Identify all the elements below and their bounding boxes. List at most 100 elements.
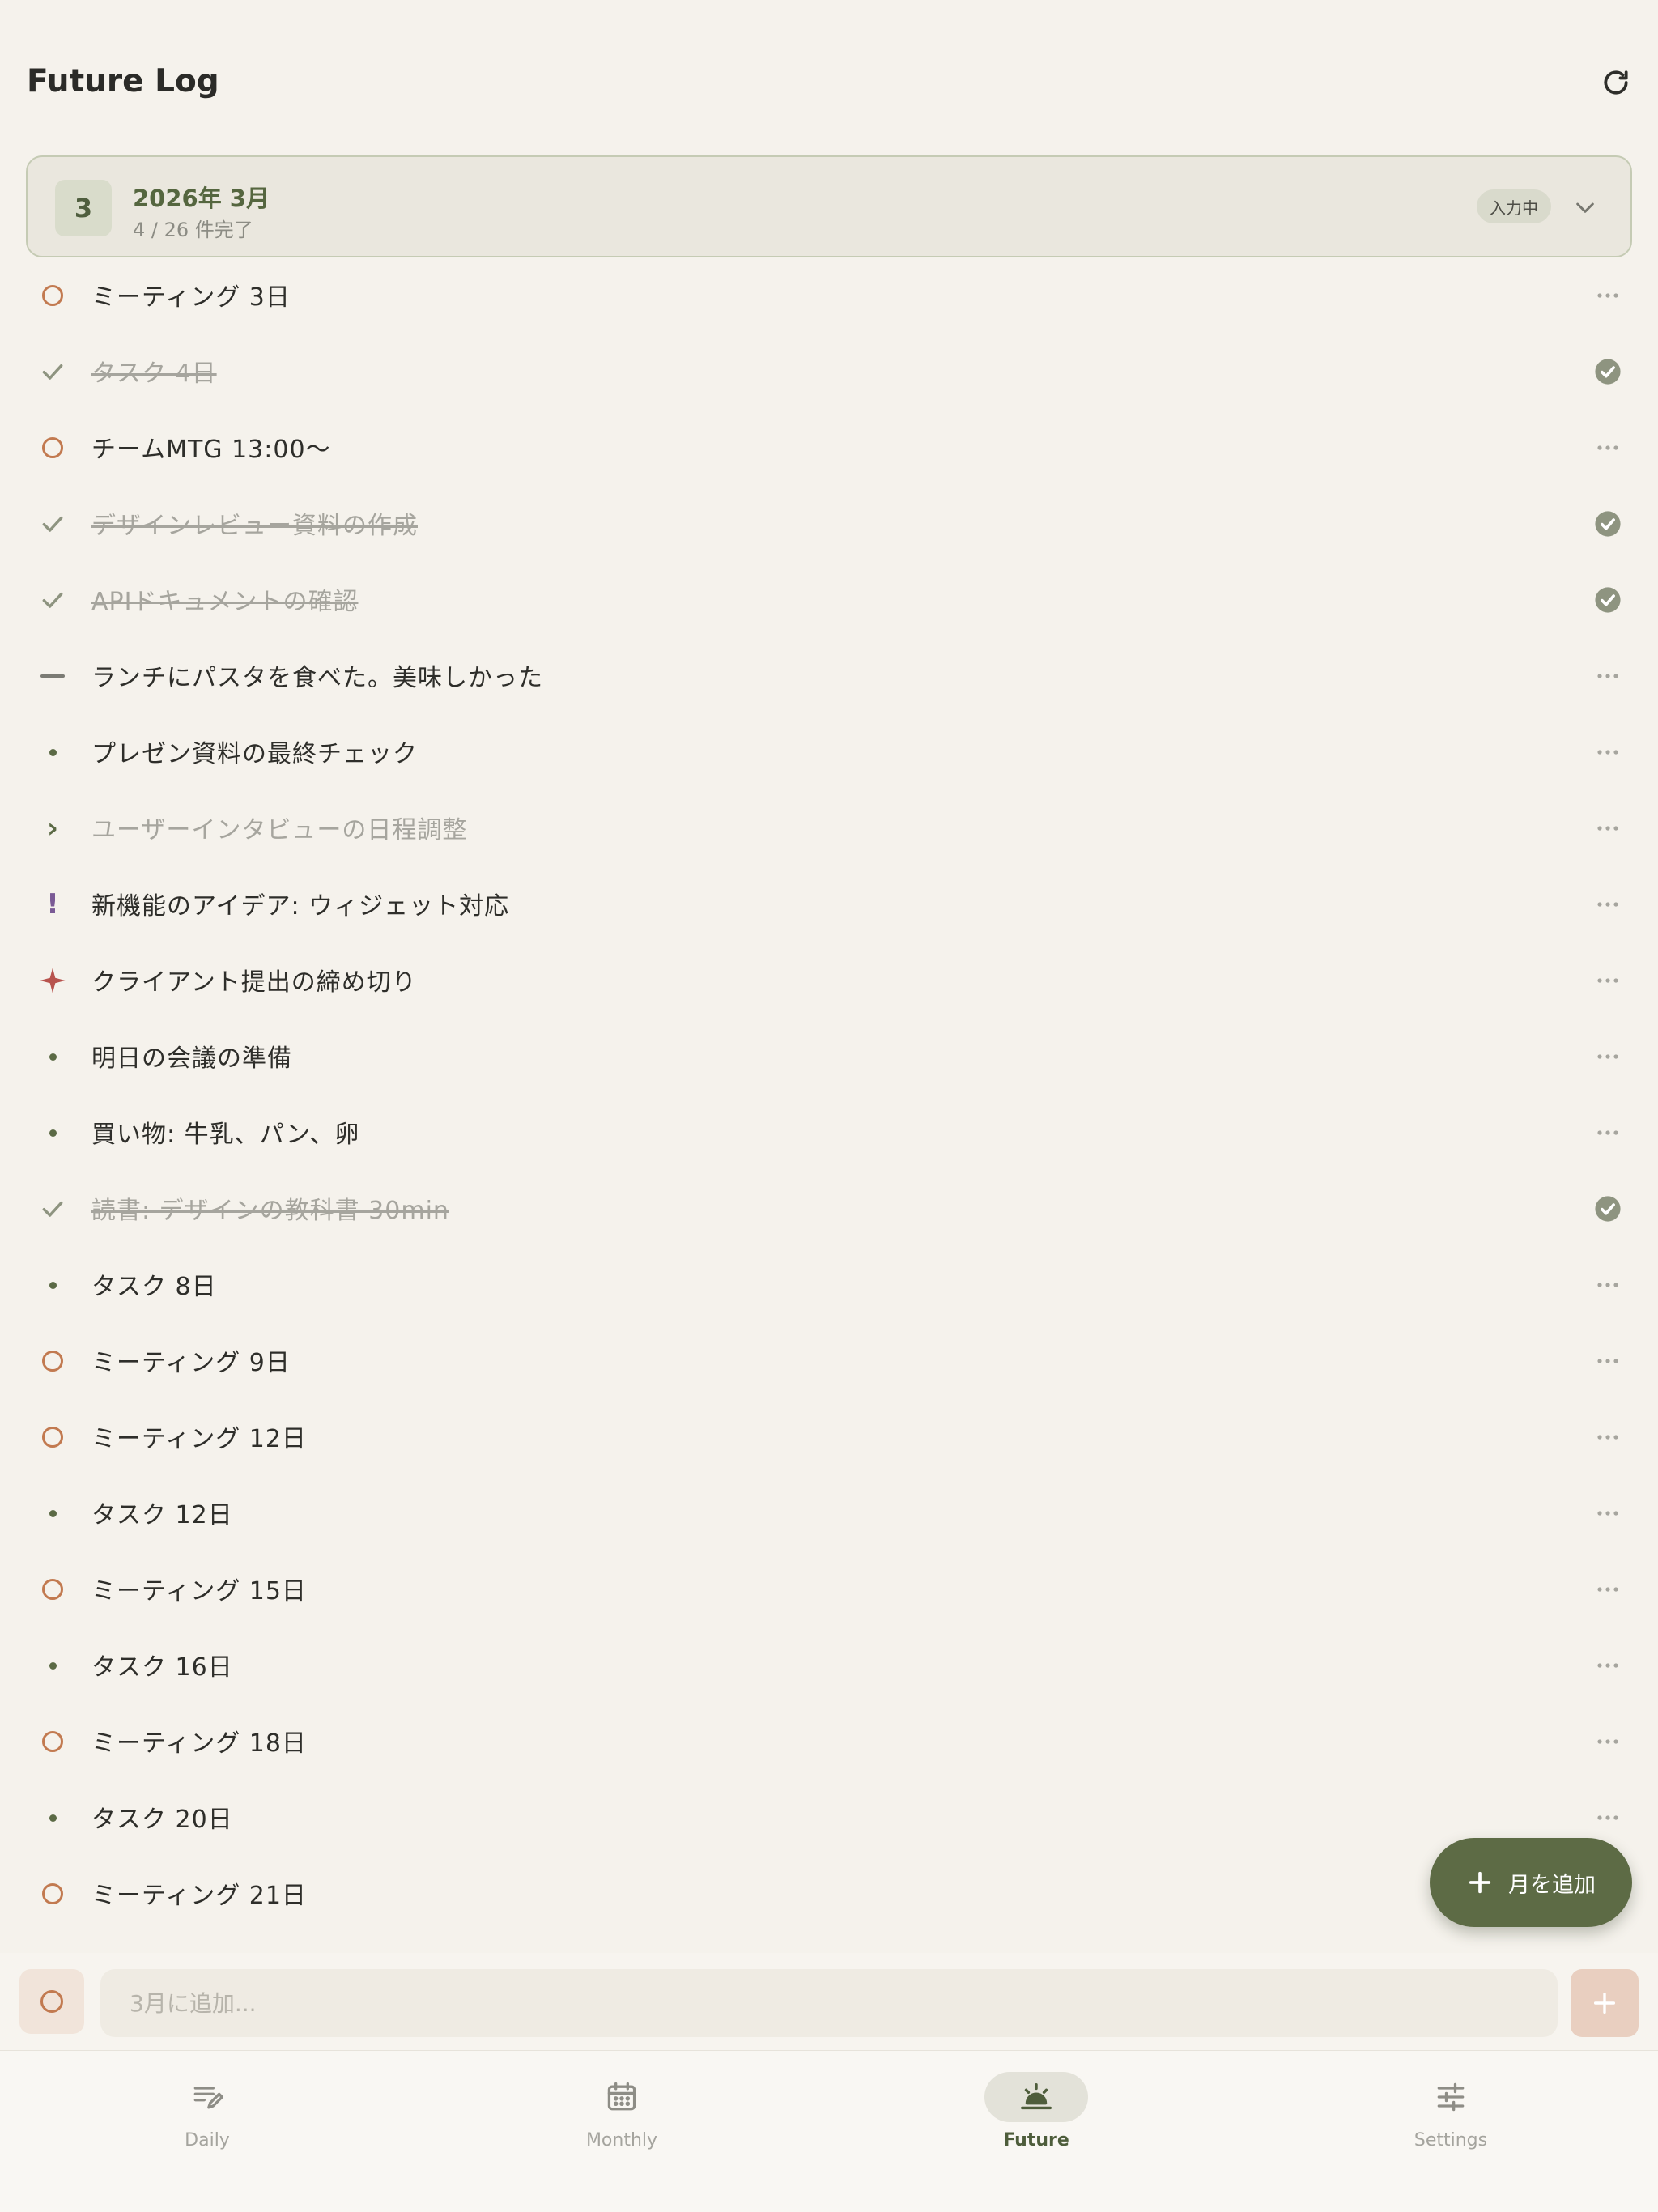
entry-text: 買い物: 牛乳、パン、卵	[91, 1121, 360, 1149]
more-button[interactable]	[1592, 1117, 1624, 1149]
bullet-toggle[interactable]: !	[36, 888, 69, 921]
bullet-type-button[interactable]	[19, 1969, 84, 2034]
list-item[interactable]: タスク 8日	[0, 1247, 1658, 1323]
more-button[interactable]	[1592, 1421, 1624, 1453]
bullet-toggle[interactable]	[36, 1878, 69, 1910]
list-item[interactable]: ミーティング 18日	[0, 1704, 1658, 1780]
bullet-toggle[interactable]	[36, 1802, 69, 1834]
more-button[interactable]	[1592, 888, 1624, 921]
bullet-toggle[interactable]	[36, 432, 69, 464]
more-button[interactable]	[1592, 1802, 1624, 1834]
list-item[interactable]: ミーティング 15日	[0, 1551, 1658, 1627]
task-bullet-icon	[49, 1053, 57, 1061]
migrated-arrow-icon: ›	[46, 812, 58, 844]
event-bullet-icon	[42, 437, 63, 458]
bullet-toggle[interactable]: ›	[36, 812, 69, 844]
more-button[interactable]	[1592, 964, 1624, 997]
list-item[interactable]: 読書: デザインの教科書 30min	[0, 1171, 1658, 1247]
completed-button[interactable]	[1592, 1193, 1624, 1225]
tab-future[interactable]: Future	[931, 2072, 1141, 2169]
entry-text: ミーティング 18日	[91, 1729, 307, 1758]
bullet-toggle[interactable]	[36, 660, 69, 692]
more-button[interactable]	[1592, 432, 1624, 464]
more-icon	[1597, 1511, 1618, 1516]
bullet-toggle[interactable]	[36, 1117, 69, 1149]
list-item[interactable]: デザインレビュー資料の作成	[0, 486, 1658, 562]
more-button[interactable]	[1592, 279, 1624, 312]
more-button[interactable]	[1592, 1269, 1624, 1301]
tab-label: Daily	[185, 2130, 230, 2150]
list-item[interactable]: ミーティング 9日	[0, 1323, 1658, 1399]
add-month-label: 月を追加	[1508, 1872, 1596, 1898]
more-button[interactable]	[1592, 1725, 1624, 1758]
more-icon	[1597, 1739, 1618, 1744]
bullet-toggle[interactable]	[36, 736, 69, 768]
month-progress: 4 / 26 件完了	[133, 219, 253, 241]
list-item[interactable]: APIドキュメントの確認	[0, 562, 1658, 638]
more-button[interactable]	[1592, 736, 1624, 768]
list-item[interactable]: ミーティング 21日	[0, 1856, 1658, 1932]
entry-text: デザインレビュー資料の作成	[91, 512, 418, 540]
add-entry-button[interactable]	[1571, 1969, 1639, 2037]
refresh-button[interactable]	[1598, 65, 1634, 100]
tab-monthly[interactable]: Monthly	[517, 2072, 727, 2169]
list-item[interactable]: タスク 4日	[0, 334, 1658, 410]
bullet-toggle[interactable]	[36, 1497, 69, 1529]
list-item[interactable]: 買い物: 牛乳、パン、卵	[0, 1095, 1658, 1171]
bullet-toggle[interactable]	[36, 1573, 69, 1606]
bullet-toggle[interactable]	[36, 584, 69, 616]
completed-button[interactable]	[1592, 508, 1624, 540]
more-icon	[1597, 1054, 1618, 1059]
more-button[interactable]	[1592, 1649, 1624, 1682]
bullet-toggle[interactable]	[36, 1649, 69, 1682]
entry-text: 新機能のアイデア: ウィジェット対応	[91, 892, 510, 921]
bullet-toggle[interactable]	[36, 279, 69, 312]
bullet-toggle[interactable]	[36, 1421, 69, 1453]
completed-button[interactable]	[1592, 355, 1624, 388]
list-item[interactable]: 明日の会議の準備	[0, 1019, 1658, 1095]
more-icon	[1597, 902, 1618, 907]
list-item[interactable]: クライアント提出の締め切り	[0, 942, 1658, 1019]
bullet-toggle[interactable]	[36, 1345, 69, 1377]
entry-list: ミーティング 3日 タスク 4日 チームMTG 13:00〜デザインレビュー資料の作…	[0, 257, 1658, 1932]
month-card[interactable]: 3 2026年 3月 4 / 26 件完了 入力中	[26, 155, 1632, 257]
more-button[interactable]	[1592, 812, 1624, 844]
bullet-toggle[interactable]	[36, 355, 69, 388]
list-item[interactable]: › ユーザーインタビューの日程調整	[0, 790, 1658, 866]
more-icon	[1597, 1435, 1618, 1440]
page-title: Future Log	[27, 63, 219, 100]
bullet-toggle[interactable]	[36, 508, 69, 540]
more-icon	[1597, 1587, 1618, 1592]
list-item[interactable]: ミーティング 3日	[0, 257, 1658, 334]
list-item[interactable]: タスク 16日	[0, 1627, 1658, 1704]
calendar-icon	[607, 2082, 636, 2111]
bullet-toggle[interactable]	[36, 964, 69, 997]
more-button[interactable]	[1592, 1573, 1624, 1606]
bullet-toggle[interactable]	[36, 1725, 69, 1758]
more-button[interactable]	[1592, 1497, 1624, 1529]
completed-button[interactable]	[1592, 584, 1624, 616]
entry-input[interactable]	[100, 1969, 1558, 2037]
list-item[interactable]: タスク 20日	[0, 1780, 1658, 1856]
list-item[interactable]: ランチにパスタを食べた。美味しかった	[0, 638, 1658, 714]
bullet-toggle[interactable]	[36, 1040, 69, 1073]
entry-text: タスク 16日	[91, 1653, 233, 1682]
tab-daily[interactable]: Daily	[102, 2072, 312, 2169]
bullet-toggle[interactable]	[36, 1193, 69, 1225]
event-bullet-icon	[40, 1990, 63, 2013]
entry-text: タスク 20日	[91, 1806, 233, 1834]
entry-text: ユーザーインタビューの日程調整	[91, 816, 468, 844]
list-item[interactable]: ! 新機能のアイデア: ウィジェット対応	[0, 866, 1658, 942]
add-month-button[interactable]: 月を追加	[1430, 1838, 1632, 1927]
more-icon	[1597, 978, 1618, 983]
more-button[interactable]	[1592, 1345, 1624, 1377]
list-item[interactable]: ミーティング 12日	[0, 1399, 1658, 1475]
tab-settings[interactable]: Settings	[1346, 2072, 1556, 2169]
more-button[interactable]	[1592, 1040, 1624, 1073]
bullet-toggle[interactable]	[36, 1269, 69, 1301]
more-button[interactable]	[1592, 660, 1624, 692]
list-item[interactable]: タスク 12日	[0, 1475, 1658, 1551]
list-item[interactable]: チームMTG 13:00〜	[0, 410, 1658, 486]
chevron-down-icon[interactable]	[1572, 194, 1598, 220]
list-item[interactable]: プレゼン資料の最終チェック	[0, 714, 1658, 790]
